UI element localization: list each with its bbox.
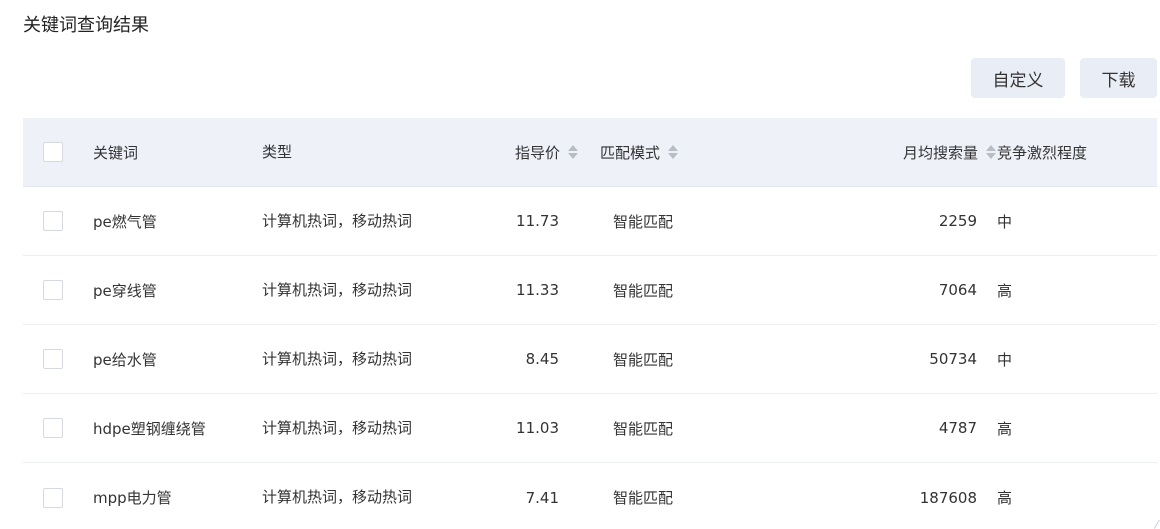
cell-keyword: pe燃气管 bbox=[93, 212, 157, 231]
cell-type: 计算机热词，移动热词 bbox=[262, 211, 413, 230]
cell-keyword: mpp电力管 bbox=[93, 489, 172, 507]
header-competition: 竞争激烈程度 bbox=[997, 143, 1088, 162]
cell-volume: 4787 bbox=[938, 419, 977, 437]
cell-volume: 7064 bbox=[938, 281, 977, 299]
header-type: 类型 bbox=[262, 142, 293, 161]
cell-competition: 高 bbox=[997, 281, 1013, 300]
cell-price: 11.03 bbox=[516, 419, 559, 437]
header-price[interactable]: 指导价 bbox=[453, 118, 578, 186]
row-checkbox[interactable] bbox=[43, 211, 63, 231]
download-button[interactable]: 下载 bbox=[1080, 58, 1157, 98]
page-title: 关键词查询结果 bbox=[23, 15, 149, 36]
cell-competition: 中 bbox=[997, 212, 1013, 231]
cell-match: 智能匹配 bbox=[613, 489, 674, 507]
header-volume-label: 月均搜索量 bbox=[902, 143, 978, 162]
table-row: hdpe塑钢缠绕管 计算机热词，移动热词 11.03 智能匹配 4787 高 bbox=[23, 394, 1157, 463]
cell-volume: 187608 bbox=[919, 488, 977, 507]
cell-competition: 高 bbox=[997, 489, 1013, 507]
cell-type: 计算机热词，移动热词 bbox=[262, 280, 413, 299]
cell-match: 智能匹配 bbox=[613, 281, 674, 300]
table-header: 关键词 类型 指导价 匹配模式 月均搜索量 竞争激烈程度 bbox=[23, 118, 1157, 187]
cell-competition: 中 bbox=[997, 350, 1013, 369]
cell-keyword: hdpe塑钢缠绕管 bbox=[93, 419, 206, 438]
sort-caret-icon[interactable] bbox=[986, 145, 996, 159]
cell-match: 智能匹配 bbox=[613, 212, 674, 231]
cell-competition: 高 bbox=[997, 419, 1013, 438]
header-match[interactable]: 匹配模式 bbox=[600, 118, 679, 186]
header-price-label: 指导价 bbox=[514, 143, 560, 162]
cell-type: 计算机热词，移动热词 bbox=[262, 349, 413, 368]
table-row: mpp电力管 计算机热词，移动热词 7.41 智能匹配 187608 高 bbox=[23, 463, 1157, 529]
cell-match: 智能匹配 bbox=[613, 419, 674, 438]
sort-caret-icon[interactable] bbox=[568, 145, 578, 159]
row-checkbox[interactable] bbox=[43, 487, 63, 508]
cell-price: 11.73 bbox=[516, 212, 559, 230]
cell-price: 7.41 bbox=[525, 488, 559, 507]
row-checkbox[interactable] bbox=[43, 349, 63, 369]
cell-keyword: pe给水管 bbox=[93, 350, 157, 369]
cell-price: 8.45 bbox=[525, 350, 559, 368]
table-row: pe燃气管 计算机热词，移动热词 11.73 智能匹配 2259 中 bbox=[23, 187, 1157, 256]
cell-volume: 2259 bbox=[938, 212, 977, 230]
header-keyword: 关键词 bbox=[93, 143, 139, 162]
cell-price: 11.33 bbox=[516, 281, 559, 299]
customize-button[interactable]: 自定义 bbox=[971, 58, 1065, 98]
keyword-table: 关键词 类型 指导价 匹配模式 月均搜索量 竞争激烈程度 pe燃气管 计算机热词… bbox=[23, 118, 1157, 529]
cell-match: 智能匹配 bbox=[613, 350, 674, 369]
cell-type: 计算机热词，移动热词 bbox=[262, 488, 413, 506]
cell-volume: 50734 bbox=[929, 350, 977, 368]
table-row: pe穿线管 计算机热词，移动热词 11.33 智能匹配 7064 高 bbox=[23, 256, 1157, 325]
header-volume[interactable]: 月均搜索量 bbox=[823, 118, 996, 186]
cell-keyword: pe穿线管 bbox=[93, 281, 157, 300]
select-all-checkbox[interactable] bbox=[43, 142, 63, 162]
table-row: pe给水管 计算机热词，移动热词 8.45 智能匹配 50734 中 bbox=[23, 325, 1157, 394]
row-checkbox[interactable] bbox=[43, 418, 63, 438]
row-checkbox[interactable] bbox=[43, 280, 63, 300]
sort-caret-icon[interactable] bbox=[668, 145, 679, 159]
cell-type: 计算机热词，移动热词 bbox=[262, 418, 413, 437]
header-match-label: 匹配模式 bbox=[600, 143, 661, 162]
